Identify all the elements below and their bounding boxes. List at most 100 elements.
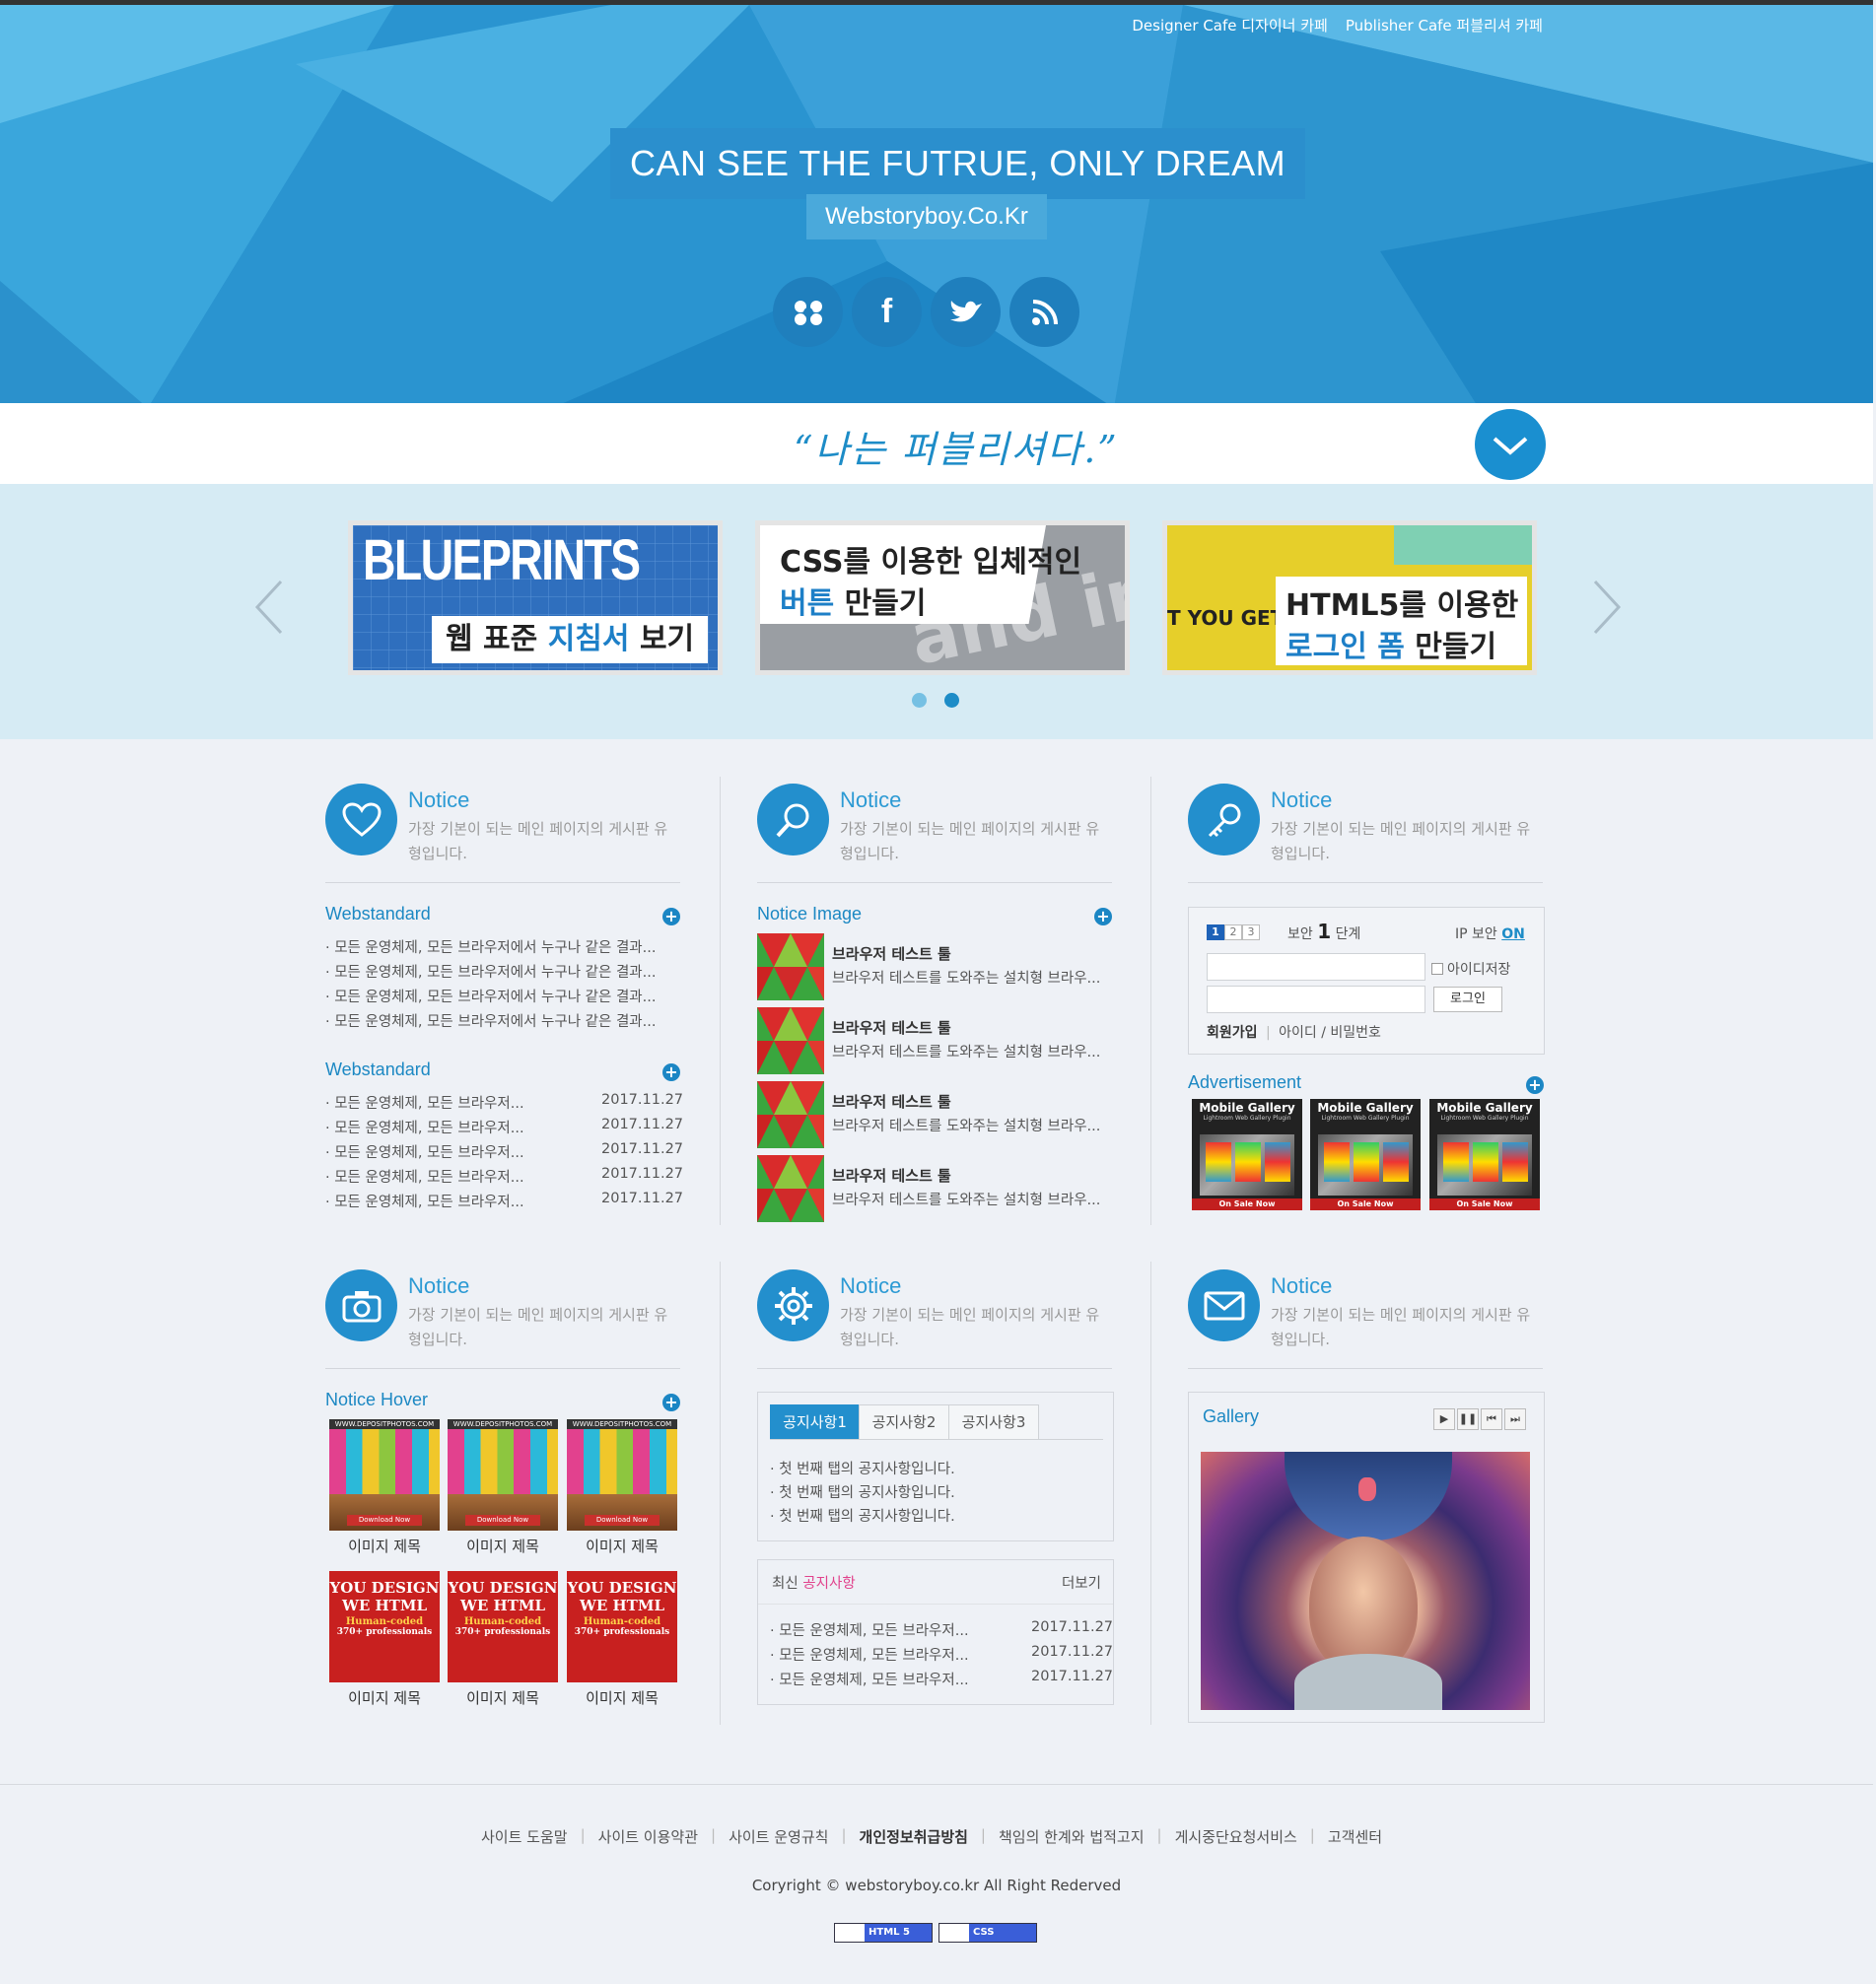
security-step-2[interactable]: 2 xyxy=(1224,924,1242,940)
divider xyxy=(325,1368,680,1369)
hover-image[interactable]: YOU DESIGN WE HTML Human-coded 370+ prof… xyxy=(329,1571,440,1682)
flickr-icon[interactable] xyxy=(773,277,843,347)
list-item[interactable]: 브라우저 테스트 툴 브라우저 테스트를 도와주는 설치형 브라우... xyxy=(757,1007,1112,1078)
plus-icon[interactable]: + xyxy=(662,1394,680,1411)
notice-hover-title[interactable]: Notice Hover xyxy=(325,1390,428,1410)
triangle-thumbnail xyxy=(757,933,824,1000)
footer-link[interactable]: 사이트 운영규칙 xyxy=(729,1826,828,1847)
more-link[interactable]: 더보기 xyxy=(1062,1572,1101,1593)
notice-desc: 가장 기본이 되는 메인 페이지의 게시판 유형입니다. xyxy=(408,820,668,862)
hover-image[interactable]: WWW.DEPOSITPHOTOS.COM Download Now xyxy=(329,1419,440,1531)
list-item[interactable]: · 모든 운영체제, 모든 브라우저... 2017.11.27 xyxy=(325,1141,683,1162)
list-item[interactable]: · 모든 운영체제, 모든 브라우저... 2017.11.27 xyxy=(325,1117,683,1137)
list-item[interactable]: · 모든 운영체제, 모든 브라우저... 2017.11.27 xyxy=(770,1669,1113,1689)
list-item[interactable]: · 모든 운영체제, 모든 브라우저... 2017.11.27 xyxy=(770,1644,1113,1665)
tab-notice-1[interactable]: 공지사항1 xyxy=(770,1404,860,1440)
slide-blueprints[interactable]: BLUEPRINTS 웹 표준 지침서 보기 xyxy=(348,520,723,675)
next-icon[interactable]: ⏭ xyxy=(1504,1408,1526,1430)
banner-slider: BLUEPRINTS 웹 표준 지침서 보기 and inte CSS를 이용한… xyxy=(0,484,1873,739)
find-account-link[interactable]: 아이디 / 비밀번호 xyxy=(1279,1025,1381,1041)
slider-prev-arrow[interactable] xyxy=(251,578,291,637)
list-item[interactable]: · 모든 운영체제, 모든 브라우저... 2017.11.27 xyxy=(770,1619,1113,1640)
list-item[interactable]: · 첫 번째 탭의 공지사항입니다. xyxy=(770,1458,955,1478)
list-item[interactable]: · 첫 번째 탭의 공지사항입니다. xyxy=(770,1481,955,1502)
webstandard-title[interactable]: Webstandard xyxy=(325,904,431,924)
slide-line1: CSS를 이용한 입체적인 xyxy=(780,545,1082,580)
list-item[interactable]: 브라우저 테스트 툴 브라우저 테스트를 도와주는 설치형 브라우... xyxy=(757,933,1112,1004)
publisher-cafe-link[interactable]: Publisher Cafe 퍼블리셔 카페 xyxy=(1346,15,1543,35)
footer-link-privacy[interactable]: 개인정보취급방침 xyxy=(860,1826,968,1847)
scroll-down-button[interactable] xyxy=(1475,409,1546,480)
notice-image-column: Notice 가장 기본이 되는 메인 페이지의 게시판 유형입니다. Noti… xyxy=(757,784,1114,1227)
ad-banner[interactable]: Mobile Gallery Lightroom Web Gallery Plu… xyxy=(1429,1099,1540,1210)
slider-next-arrow[interactable] xyxy=(1587,578,1627,637)
plus-icon[interactable]: + xyxy=(662,908,680,925)
plus-icon[interactable]: + xyxy=(1526,1076,1544,1094)
hover-image[interactable]: WWW.DEPOSITPHOTOS.COM Download Now xyxy=(567,1419,677,1531)
list-item[interactable]: · 모든 운영체제, 모든 브라우저에서 누구나 같은 결과... xyxy=(325,986,656,1006)
list-item[interactable]: · 모든 운영체제, 모든 브라우저... 2017.11.27 xyxy=(325,1092,683,1113)
slide-css-button[interactable]: and inte CSS를 이용한 입체적인 버튼 만들기 xyxy=(755,520,1130,675)
save-id-checkbox[interactable]: 아이디저장 xyxy=(1431,959,1510,979)
ad-banner[interactable]: Mobile Gallery Lightroom Web Gallery Plu… xyxy=(1192,1099,1302,1210)
list-item[interactable]: · 모든 운영체제, 모든 브라우저에서 누구나 같은 결과... xyxy=(325,961,656,982)
camera-icon xyxy=(325,1269,397,1341)
list-item[interactable]: · 모든 운영체제, 모든 브라우저에서 누구나 같은 결과... xyxy=(325,1010,656,1031)
header-banner: Designer Cafe 디자이너 카페 Publisher Cafe 퍼블리… xyxy=(0,0,1873,403)
image-caption: 이미지 제목 xyxy=(586,1538,659,1555)
list-item[interactable]: · 첫 번째 탭의 공지사항입니다. xyxy=(770,1505,955,1526)
list-item[interactable]: · 모든 운영체제, 모든 브라우저... 2017.11.27 xyxy=(325,1191,683,1211)
footer-link[interactable]: 책임의 한계와 법적고지 xyxy=(999,1826,1145,1847)
login-button[interactable]: 로그인 xyxy=(1433,987,1502,1012)
footer-link[interactable]: 사이트 이용약관 xyxy=(598,1826,698,1847)
rss-icon[interactable] xyxy=(1009,277,1079,347)
slide-html5-login[interactable]: T YOU GET HTML5를 이용한 로그인 폼 만들기 xyxy=(1162,520,1537,675)
triangle-thumbnail xyxy=(757,1155,824,1222)
tab-box: 공지사항1 공지사항2 공지사항3 · 첫 번째 탭의 공지사항입니다. · 첫… xyxy=(757,1392,1114,1541)
ad-banner[interactable]: Mobile Gallery Lightroom Web Gallery Plu… xyxy=(1310,1099,1421,1210)
page: Designer Cafe 디자이너 카페 Publisher Cafe 퍼블리… xyxy=(0,0,1876,1984)
divider xyxy=(757,1368,1112,1369)
join-link[interactable]: 회원가입 xyxy=(1207,1025,1258,1041)
item-desc: 브라우저 테스트를 도와주는 설치형 브라우... xyxy=(832,1045,1101,1060)
hover-image[interactable]: WWW.DEPOSITPHOTOS.COM Download Now xyxy=(448,1419,558,1531)
divider xyxy=(1188,1368,1543,1369)
tab-notice-3[interactable]: 공지사항3 xyxy=(948,1404,1039,1440)
w3c-html5-badge[interactable]: HTML 5 xyxy=(834,1923,933,1943)
notice-title: Notice xyxy=(840,787,902,812)
password-input[interactable] xyxy=(1207,986,1425,1013)
slide-line2: 버튼 만들기 xyxy=(780,586,927,621)
security-step-1[interactable]: 1 xyxy=(1207,924,1224,940)
hover-image[interactable]: YOU DESIGN WE HTML Human-coded 370+ prof… xyxy=(567,1571,677,1682)
designer-cafe-link[interactable]: Designer Cafe 디자이너 카페 xyxy=(1132,15,1327,35)
footer-link[interactable]: 사이트 도움말 xyxy=(481,1826,568,1847)
twitter-icon[interactable] xyxy=(931,277,1001,347)
play-icon[interactable]: ▶ xyxy=(1433,1408,1455,1430)
list-item[interactable]: 브라우저 테스트 툴 브라우저 테스트를 도와주는 설치형 브라우... xyxy=(757,1155,1112,1226)
plus-icon[interactable]: + xyxy=(662,1063,680,1081)
item-title: 브라우저 테스트 툴 xyxy=(832,1019,951,1037)
user-id-input[interactable] xyxy=(1207,953,1425,981)
list-item[interactable]: · 모든 운영체제, 모든 브라우저... 2017.11.27 xyxy=(325,1166,683,1187)
notice-image-title[interactable]: Notice Image xyxy=(757,904,862,924)
image-caption: 이미지 제목 xyxy=(348,1538,421,1555)
plus-icon[interactable]: + xyxy=(1094,908,1112,925)
previous-icon[interactable]: ⏮ xyxy=(1481,1408,1502,1430)
advertisement-title[interactable]: Advertisement xyxy=(1188,1072,1301,1093)
footer-link[interactable]: 고객센터 xyxy=(1328,1826,1382,1847)
w3c-css-badge[interactable]: CSS xyxy=(938,1923,1037,1943)
hover-image[interactable]: YOU DESIGN WE HTML Human-coded 370+ prof… xyxy=(448,1571,558,1682)
list-item[interactable]: · 모든 운영체제, 모든 브라우저에서 누구나 같은 결과... xyxy=(325,936,656,957)
footer-link[interactable]: 게시중단요청서비스 xyxy=(1175,1826,1297,1847)
latest-notice-box: 최신 공지사항 더보기 · 모든 운영체제, 모든 브라우저... 2017.11… xyxy=(757,1559,1114,1705)
webstandard-title-2[interactable]: Webstandard xyxy=(325,1060,431,1080)
pause-icon[interactable]: ❚❚ xyxy=(1457,1408,1479,1430)
facebook-icon[interactable]: f xyxy=(852,277,922,347)
slider-dot-1[interactable] xyxy=(912,693,927,708)
list-item[interactable]: 브라우저 테스트 툴 브라우저 테스트를 도와주는 설치형 브라우... xyxy=(757,1081,1112,1152)
tab-notice-2[interactable]: 공지사항2 xyxy=(859,1404,949,1440)
ip-security[interactable]: IP 보안 ON xyxy=(1455,924,1525,943)
slider-dot-2[interactable] xyxy=(944,693,959,708)
item-title: 브라우저 테스트 툴 xyxy=(832,945,951,963)
security-step-3[interactable]: 3 xyxy=(1242,924,1260,940)
